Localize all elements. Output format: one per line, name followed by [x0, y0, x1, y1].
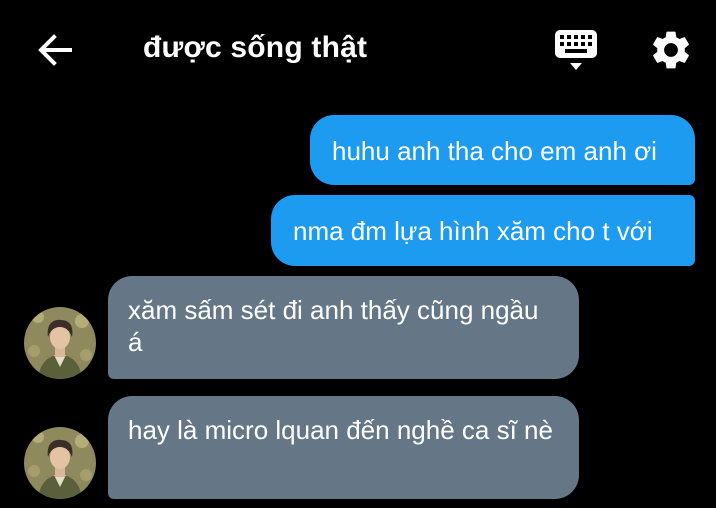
avatar-image [24, 427, 96, 499]
avatar[interactable] [24, 307, 96, 379]
message-text: huhu anh tha cho em anh ơi [332, 136, 657, 166]
message-bubble-outgoing[interactable]: nma đm lựa hình xăm cho t với [271, 195, 695, 266]
avatar-image [24, 307, 96, 379]
message-text: hay là micro lquan đến nghề ca sĩ nè [128, 415, 553, 445]
chat-header: được sống thật [0, 0, 716, 100]
back-button[interactable] [34, 30, 74, 70]
keyboard-button[interactable] [553, 28, 599, 74]
message-text: nma đm lựa hình xăm cho t với [293, 216, 653, 246]
gear-icon [653, 31, 689, 69]
keyboard-icon [555, 30, 597, 70]
message-bubble-outgoing[interactable]: huhu anh tha cho em anh ơi [310, 115, 695, 185]
arrow-left-icon [38, 34, 72, 66]
message-bubble-incoming[interactable]: hay là micro lquan đến nghề ca sĩ nè [108, 396, 579, 499]
conversation-title: được sống thật [143, 31, 368, 64]
message-bubble-incoming[interactable]: xăm sấm sét đi anh thấy cũng ngầu á [108, 276, 579, 379]
settings-button[interactable] [648, 27, 694, 73]
avatar[interactable] [24, 427, 96, 499]
message-text: xăm sấm sét đi anh thấy cũng ngầu á [128, 295, 539, 357]
